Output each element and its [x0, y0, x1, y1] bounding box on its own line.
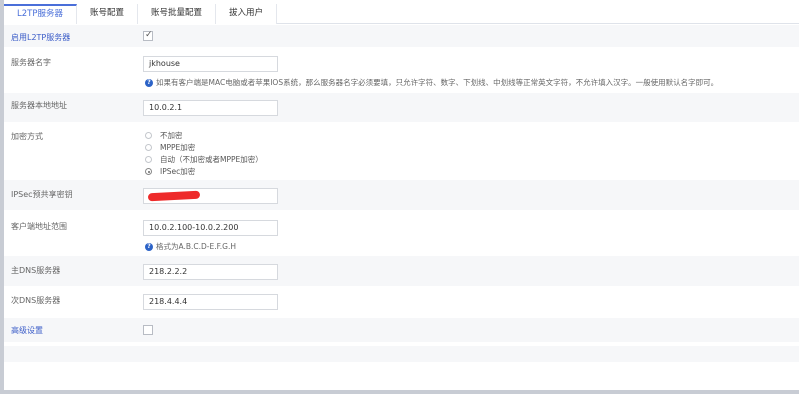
primary-dns-label: 主DNS服务器 — [11, 266, 61, 275]
server-name-label: 服务器名字 — [11, 58, 51, 67]
secondary-dns-input[interactable]: 218.4.4.4 — [143, 294, 278, 310]
row-encryption: 加密方式 不加密 MPPE加密 自动（不加密或者MPPE加密） IPSec加密 — [4, 122, 799, 180]
tab-l2tp-server[interactable]: L2TP服务器 — [4, 4, 77, 24]
row-primary-dns: 主DNS服务器 218.2.2.2 — [4, 256, 799, 286]
local-address-input[interactable]: 10.0.2.1 — [143, 100, 278, 116]
advanced-settings-checkbox[interactable] — [143, 325, 153, 335]
server-name-input[interactable]: jkhouse — [143, 56, 278, 72]
row-server-name: 服务器名字 jkhouse ? 如果有客户端是MAC电脑或者苹果IOS系统，那么… — [4, 47, 799, 93]
radio-label: 不加密 — [160, 131, 183, 140]
row-local-address: 服务器本地地址 10.0.2.1 — [4, 93, 799, 122]
radio-label: 自动（不加密或者MPPE加密） — [160, 155, 263, 164]
client-range-label: 客户端地址范围 — [11, 222, 67, 231]
radio-no-encryption[interactable]: 不加密 — [145, 130, 183, 141]
ipsec-psk-input[interactable] — [143, 188, 278, 204]
question-circle-icon: ? — [145, 78, 153, 87]
radio-button-selected[interactable] — [145, 168, 152, 175]
enable-l2tp-checkbox[interactable]: ✓ — [143, 30, 153, 41]
radio-button[interactable] — [145, 156, 152, 163]
redaction-mark — [147, 190, 201, 202]
client-range-input[interactable]: 10.0.2.100-10.0.2.200 — [143, 220, 278, 236]
radio-auto[interactable]: 自动（不加密或者MPPE加密） — [145, 154, 263, 165]
client-range-hint: ? 格式为A.B.C.D-E.F.G.H — [145, 241, 236, 252]
row-advanced-settings: 高级设置 — [4, 318, 799, 342]
local-address-label: 服务器本地地址 — [11, 101, 67, 110]
radio-button[interactable] — [145, 144, 152, 151]
tab-batch-account-config[interactable]: 账号批量配置 — [137, 4, 216, 24]
radio-mppe[interactable]: MPPE加密 — [145, 142, 195, 153]
check-icon: ✓ — [145, 30, 153, 40]
enable-l2tp-label: 启用L2TP服务器 — [11, 33, 71, 42]
advanced-settings-label[interactable]: 高级设置 — [11, 325, 43, 336]
client-range-hint-text: 格式为A.B.C.D-E.F.G.H — [156, 242, 236, 251]
tab-dialin-users[interactable]: 拔入用户 — [216, 4, 278, 24]
ipsec-psk-label: IPSec预共享密钥 — [11, 190, 73, 199]
tab-bar: L2TP服务器 账号配置 账号批量配置 拔入用户 — [4, 4, 799, 24]
question-circle-icon: ? — [145, 242, 153, 251]
tab-account-config[interactable]: 账号配置 — [76, 4, 138, 24]
row-client-range: 客户端地址范围 10.0.2.100-10.0.2.200 ? 格式为A.B.C… — [4, 210, 799, 256]
row-enable-l2tp: 启用L2TP服务器 ✓ — [4, 25, 799, 47]
radio-label: MPPE加密 — [160, 143, 196, 152]
secondary-dns-label: 次DNS服务器 — [11, 296, 61, 305]
encryption-label: 加密方式 — [11, 132, 43, 141]
radio-label: IPSec加密 — [160, 167, 196, 176]
primary-dns-input[interactable]: 218.2.2.2 — [143, 264, 278, 280]
footer-strip — [4, 346, 799, 362]
row-ipsec-psk: IPSec预共享密钥 — [4, 180, 799, 210]
row-secondary-dns: 次DNS服务器 218.4.4.4 — [4, 286, 799, 318]
server-name-hint-text: 如果有客户端是MAC电脑或者苹果IOS系统，那么服务器名字必须要填，只允许字符、… — [156, 78, 719, 87]
radio-button[interactable] — [145, 132, 152, 139]
server-name-hint: ? 如果有客户端是MAC电脑或者苹果IOS系统，那么服务器名字必须要填，只允许字… — [145, 77, 718, 88]
radio-ipsec[interactable]: IPSec加密 — [145, 166, 195, 177]
